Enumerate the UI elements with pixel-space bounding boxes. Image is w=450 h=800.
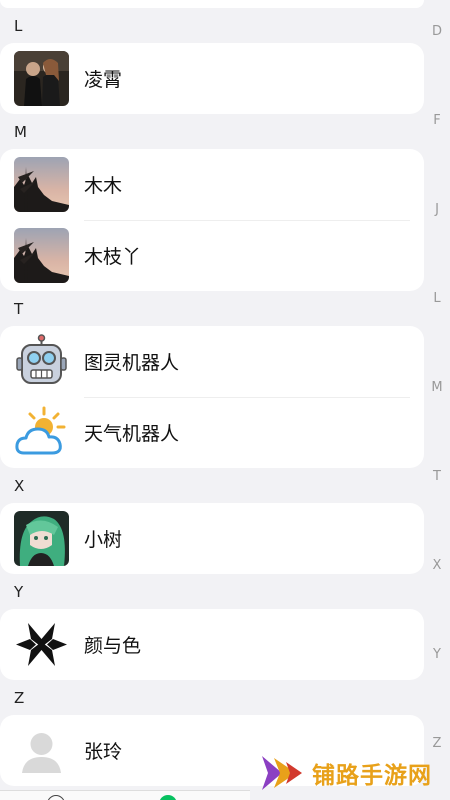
tab-bar <box>0 790 250 800</box>
section-group-y: 颜与色 <box>0 609 424 680</box>
black-geometric-logo <box>14 617 69 672</box>
index-letter[interactable]: M <box>424 380 450 469</box>
index-letter[interactable]: D <box>424 24 450 113</box>
index-letter[interactable]: L <box>424 291 450 380</box>
contact-row[interactable]: 木木 <box>0 149 424 220</box>
avatar <box>14 157 69 212</box>
previous-card-edge <box>0 0 424 8</box>
index-letter[interactable]: T <box>424 469 450 558</box>
alphabet-index[interactable]: D F J L M T X Y Z <box>424 24 450 800</box>
contact-row[interactable]: 图灵机器人 <box>0 326 424 397</box>
index-letter[interactable]: X <box>424 558 450 647</box>
contact-row[interactable]: 小树 <box>0 503 424 574</box>
avatar <box>14 51 69 106</box>
contacts-tab-icon[interactable] <box>159 795 177 800</box>
contacts-screen: L 凌霄 M 木木 木枝丫 T 图灵机器人 天气机器人 X 小树 Y 颜与色 Z… <box>0 0 450 800</box>
section-group-t: 图灵机器人 天气机器人 <box>0 326 424 468</box>
contact-name: 图灵机器人 <box>84 352 180 374</box>
avatar <box>14 511 69 566</box>
avatar <box>14 228 69 283</box>
chat-tab-icon[interactable] <box>47 795 65 800</box>
section-group-l: 凌霄 <box>0 43 424 114</box>
default-user-icon <box>14 723 69 778</box>
contact-row[interactable]: 木枝丫 <box>0 220 424 291</box>
index-letter[interactable]: Y <box>424 647 450 736</box>
weather-cloud-sun-icon <box>14 405 69 460</box>
watermark-text: 铺路手游网 <box>312 763 432 789</box>
section-group-x: 小树 <box>0 503 424 574</box>
section-header-x: X <box>14 476 25 495</box>
section-header-t: T <box>14 299 24 318</box>
contact-row[interactable]: 颜与色 <box>0 609 424 680</box>
index-letter[interactable]: F <box>424 113 450 202</box>
contact-name: 木枝丫 <box>84 246 142 268</box>
index-letter[interactable]: J <box>424 202 450 291</box>
contact-name: 凌霄 <box>84 69 123 91</box>
section-group-m: 木木 木枝丫 <box>0 149 424 291</box>
section-header-m: M <box>14 122 27 141</box>
watermark: 铺路手游网 <box>258 752 432 794</box>
contact-row[interactable]: 天气机器人 <box>0 397 424 468</box>
section-header-y: Y <box>14 582 24 601</box>
contact-list[interactable]: L 凌霄 M 木木 木枝丫 T 图灵机器人 天气机器人 X 小树 Y 颜与色 Z… <box>0 0 424 786</box>
contact-name: 木木 <box>84 175 123 197</box>
contact-name: 张玲 <box>84 741 123 763</box>
watermark-logo-icon <box>262 756 302 790</box>
section-header-l: L <box>14 16 23 35</box>
robot-icon <box>14 334 69 389</box>
section-header-z: Z <box>14 688 25 707</box>
contact-name: 小树 <box>84 529 123 551</box>
contact-row[interactable]: 凌霄 <box>0 43 424 114</box>
contact-name: 颜与色 <box>84 635 142 657</box>
contact-name: 天气机器人 <box>84 423 180 445</box>
